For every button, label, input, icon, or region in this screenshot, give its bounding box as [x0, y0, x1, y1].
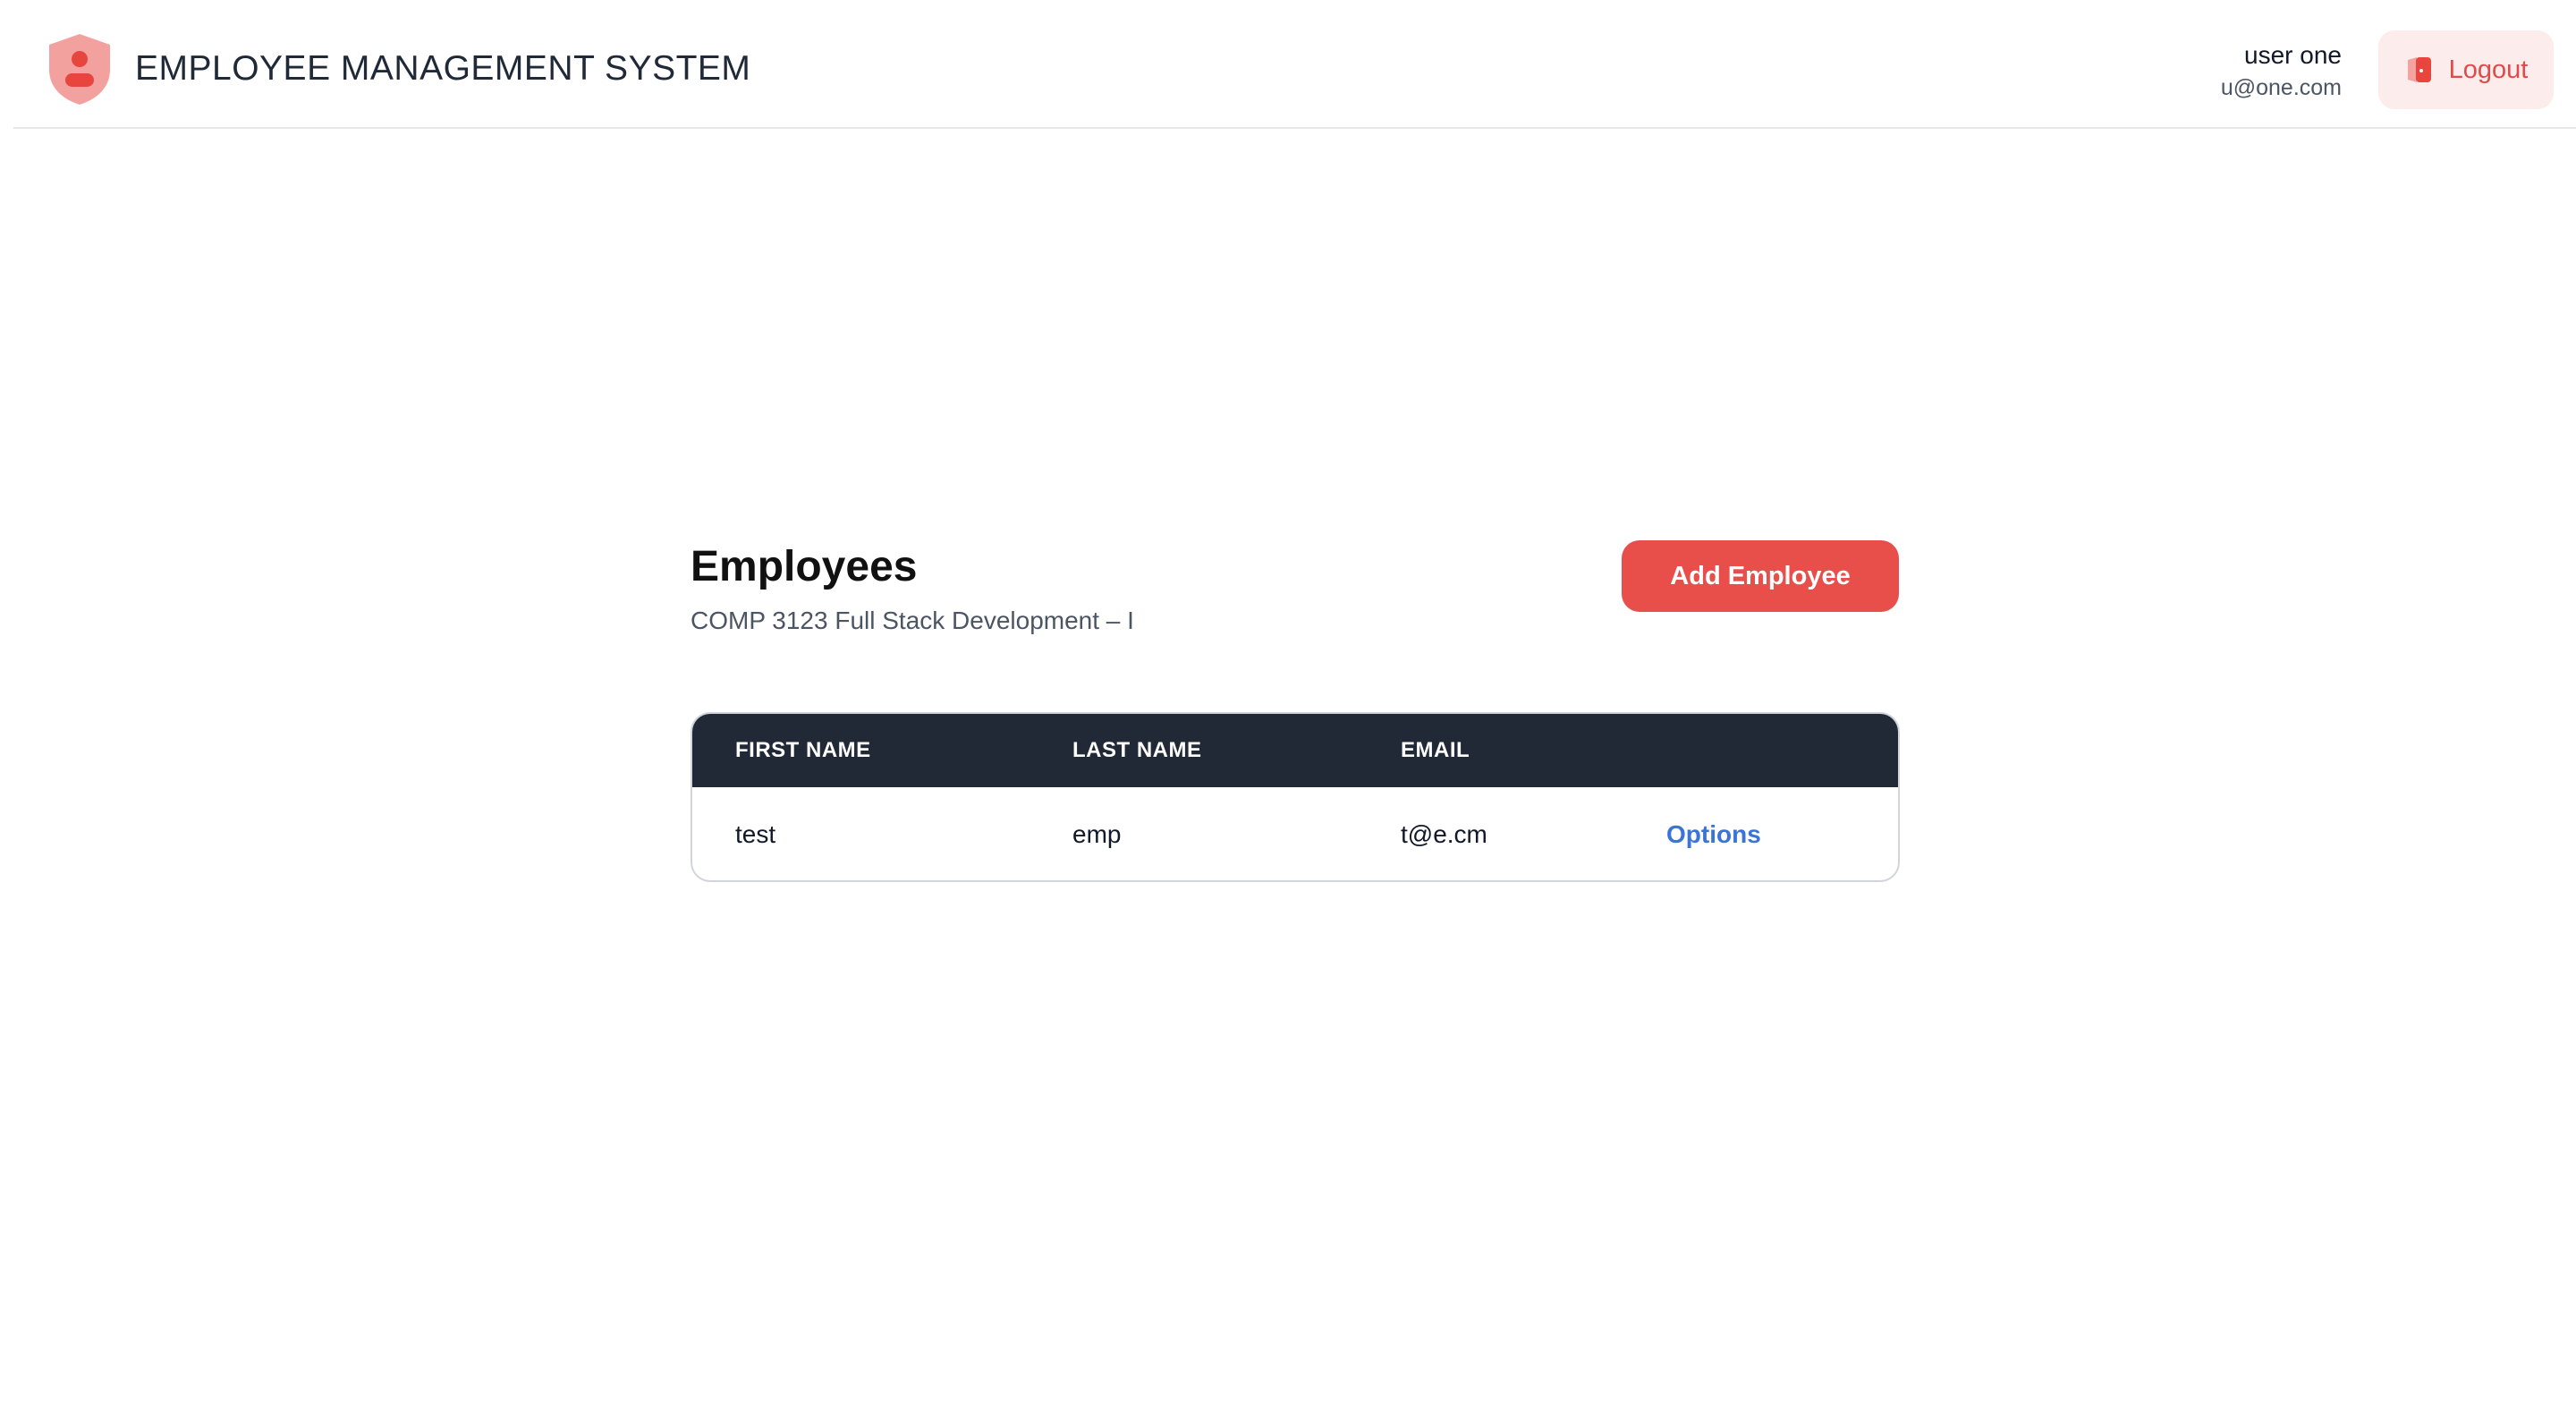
- logout-button[interactable]: Logout: [2378, 30, 2554, 109]
- add-employee-button[interactable]: Add Employee: [1622, 540, 1899, 612]
- column-header-first-name: FIRST NAME: [735, 738, 871, 762]
- table-header: FIRST NAME LAST NAME EMAIL: [692, 714, 1898, 787]
- cell-email: t@e.cm: [1401, 820, 1487, 848]
- options-link[interactable]: Options: [1666, 787, 1761, 880]
- cell-last-name: emp: [1072, 820, 1122, 848]
- door-exit-icon: [2407, 57, 2431, 82]
- user-email: u@one.com: [2220, 75, 2342, 100]
- app-title: EMPLOYEE MANAGEMENT SYSTEM: [135, 49, 751, 88]
- logout-label: Logout: [2448, 55, 2529, 84]
- table-row: test emp t@e.cm Options: [692, 787, 1898, 880]
- shield-user-icon: [49, 34, 110, 105]
- employees-table: FIRST NAME LAST NAME EMAIL test emp t@e.…: [691, 712, 1900, 882]
- user-info: user one u@one.com: [2221, 38, 2342, 102]
- page-subtitle: COMP 3123 Full Stack Development – I: [691, 607, 1134, 634]
- top-nav: EMPLOYEE MANAGEMENT SYSTEM user one u@on…: [13, 0, 2576, 129]
- cell-first-name: test: [735, 820, 776, 848]
- column-header-email: EMAIL: [1401, 738, 1470, 762]
- user-name: user one: [2244, 41, 2342, 69]
- brand: EMPLOYEE MANAGEMENT SYSTEM: [46, 32, 750, 106]
- page-title: Employees: [691, 543, 918, 590]
- column-header-last-name: LAST NAME: [1072, 738, 1202, 762]
